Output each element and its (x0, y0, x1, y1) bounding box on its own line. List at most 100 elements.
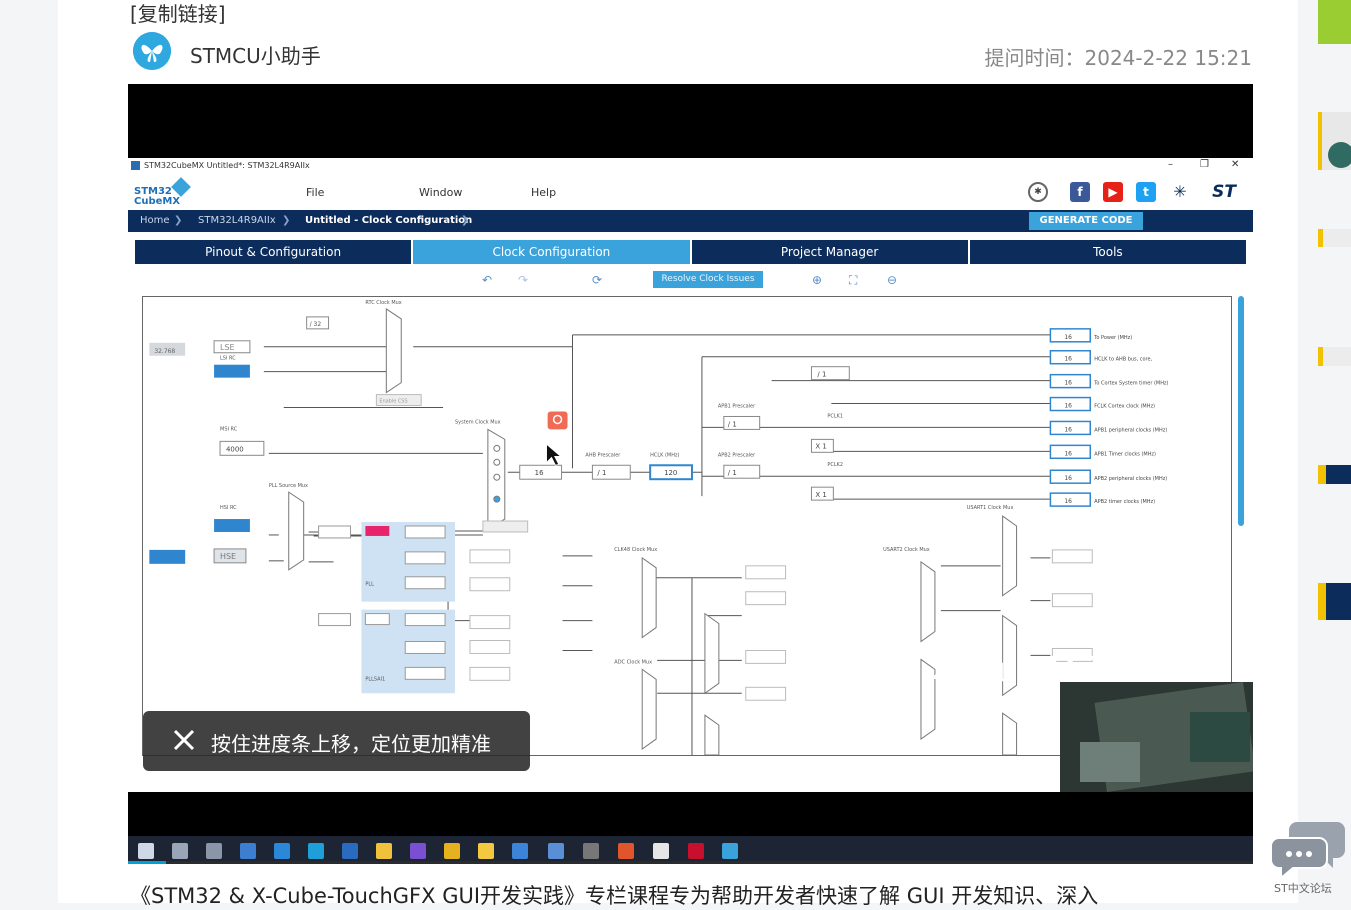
article-intro: 《STM32 & X-Cube-TouchGFX GUI开发实践》专栏课程专为帮… (130, 884, 1099, 908)
apb1-div-value: / 1 (728, 420, 737, 428)
usart1-mux-label: USART1 Clock Mux (967, 505, 1014, 511)
app-icon (131, 161, 140, 170)
div32-value: / 32 (310, 321, 322, 328)
enable-css-label: Enable CSS (379, 399, 407, 405)
hclk-label: HCLK (MHz) (650, 452, 679, 458)
rail-thumbnail[interactable] (1318, 583, 1351, 620)
browser-icon (342, 843, 358, 859)
author-name[interactable]: STMCU小助手 (190, 40, 321, 69)
lse-label: LSE (220, 343, 235, 352)
pclk1-label: PCLK1 (827, 413, 843, 419)
pllsai1-label: PLLSAI1 (365, 676, 385, 682)
out-value: 16 (1064, 426, 1072, 433)
cubemx-menubar: STM32 CubeMX File Window Help ✱ f ▶ t ✳ S… (128, 174, 1253, 210)
close-icon: ✕ (1231, 159, 1240, 170)
hclk-value: 120 (664, 469, 677, 477)
bilibili-watermark: 2单片机 bilibili (932, 652, 1110, 687)
rail-thumbnail[interactable] (1318, 0, 1351, 44)
crumb-home: Home (140, 215, 170, 226)
msi-value: 4000 (226, 445, 244, 453)
hse-label: HSE (220, 552, 236, 561)
seek-tip-toast: 按住进度条上移，定位更加精准 (143, 711, 530, 771)
out-value: 16 (1064, 475, 1072, 482)
app-icon (512, 843, 528, 859)
usart2-mux-label: USART2 Clock Mux (883, 547, 930, 553)
rail-thumbnail[interactable] (1318, 465, 1351, 484)
out-value: 16 (1064, 356, 1072, 363)
bilibili-logo: bilibili (1018, 652, 1110, 687)
rtc-mux-label: RTC Clock Mux (365, 300, 401, 306)
apb2-div-value: / 1 (728, 469, 737, 477)
system-clock-mux-label: System Clock Mux (455, 419, 501, 425)
minimize-icon: – (1168, 159, 1173, 170)
copy-link[interactable]: [复制链接] (130, 0, 226, 27)
pll-source-mux-label: PLL Source Mux (269, 483, 308, 489)
pdf-icon (688, 843, 704, 859)
canvas-scrollbar (1238, 296, 1244, 526)
adc-mux-label: ADC Clock Mux (614, 659, 652, 665)
twitter-icon: t (1136, 182, 1156, 202)
chevron-right-icon: ❯ (282, 215, 291, 226)
tab-clock-configuration: Clock Configuration (413, 240, 690, 264)
clock-toolbar: ↶ ↷ ⟳ Resolve Clock Issues ⊕ ⛶ ⊖ (128, 270, 1253, 290)
folder-icon (478, 843, 494, 859)
rail-thumbnail[interactable] (1318, 229, 1351, 247)
pll-label: PLL (365, 582, 374, 588)
close-icon[interactable] (171, 727, 197, 753)
apb2-periph-label: APB2 peripheral clocks (MHz) (1094, 476, 1167, 482)
zoom-in-icon: ⊕ (812, 273, 823, 287)
crumb-current: Untitled - Clock Configuration (305, 215, 473, 226)
breadcrumb: Home ❯ STM32L4R9AIIx ❯ Untitled - Clock … (128, 210, 1253, 232)
ahb-prescaler-label: AHB Prescaler (585, 452, 621, 458)
folder-icon (376, 843, 392, 859)
out-value: 16 (1064, 380, 1072, 387)
teams-icon (548, 843, 564, 859)
cubemx-tabs: Pinout & Configuration Clock Configurati… (135, 240, 1246, 264)
start-icon (138, 843, 154, 859)
hclk-ahb-label: HCLK to AHB bus, core, (1094, 357, 1152, 363)
window-title: STM32CubeMX Untitled*: STM32L4R9AIIx (144, 161, 310, 170)
ahb-div-value: / 1 (597, 469, 606, 477)
cubemx-titlebar: STM32CubeMX Untitled*: STM32L4R9AIIx – ❐… (128, 158, 1253, 174)
cortex-timer-label: To Cortex System timer (MHz) (1093, 381, 1168, 387)
chevron-right-icon: ❯ (461, 215, 470, 226)
out-value: 16 (1064, 334, 1072, 341)
chat-bubble-icon[interactable] (1271, 818, 1346, 878)
menu-help: Help (531, 186, 557, 199)
lsi-rc-label: LSI RC (220, 356, 236, 362)
seek-tip-text: 按住进度条上移，定位更加精准 (211, 732, 491, 756)
youtube-icon: ▶ (1103, 182, 1123, 202)
stm32cubemx-logo: STM32 CubeMX (134, 177, 191, 207)
cortex-div-value: / 1 (817, 371, 826, 379)
app-icon (274, 843, 290, 859)
refresh-icon: ⟳ (592, 273, 603, 287)
tab-pinout: Pinout & Configuration (135, 240, 412, 264)
menu-file: File (306, 186, 325, 199)
edge-icon (308, 843, 324, 859)
generate-code-button: GENERATE CODE (1029, 212, 1143, 230)
taskview-icon (206, 843, 222, 859)
apb1-timer-label: APB1 Timer clocks (MHz) (1094, 451, 1156, 457)
zoom-out-icon: ⊖ (887, 273, 898, 287)
apb1-periph-label: APB1 peripheral clocks (MHz) (1094, 427, 1167, 433)
x1-value: X 1 (815, 491, 826, 499)
video-progress-bar[interactable] (128, 861, 1253, 864)
undo-icon: ↶ (482, 273, 493, 287)
sysclk-value: 16 (535, 469, 544, 477)
avatar[interactable] (133, 32, 171, 70)
redo-icon: ↷ (518, 273, 529, 287)
rail-thumbnail[interactable] (1318, 347, 1351, 366)
apb2-prescaler-label: APB2 Prescaler (718, 452, 756, 458)
out-value: 16 (1064, 498, 1072, 505)
search-icon (172, 843, 188, 859)
msi-rc-label: MSI RC (220, 426, 238, 432)
rail-thumbnail[interactable] (1318, 112, 1351, 170)
office-icon (618, 843, 634, 859)
svg-text:32.768: 32.768 (154, 348, 175, 355)
out-value: 16 (1064, 450, 1072, 457)
restore-icon: ❐ (1200, 159, 1209, 170)
tab-tools: Tools (969, 240, 1246, 264)
butterfly-logo-icon (133, 32, 171, 70)
forum-label[interactable]: ST中文论坛 (1274, 880, 1332, 896)
fclk-label: FCLK Cortex clock (MHz) (1094, 404, 1155, 410)
